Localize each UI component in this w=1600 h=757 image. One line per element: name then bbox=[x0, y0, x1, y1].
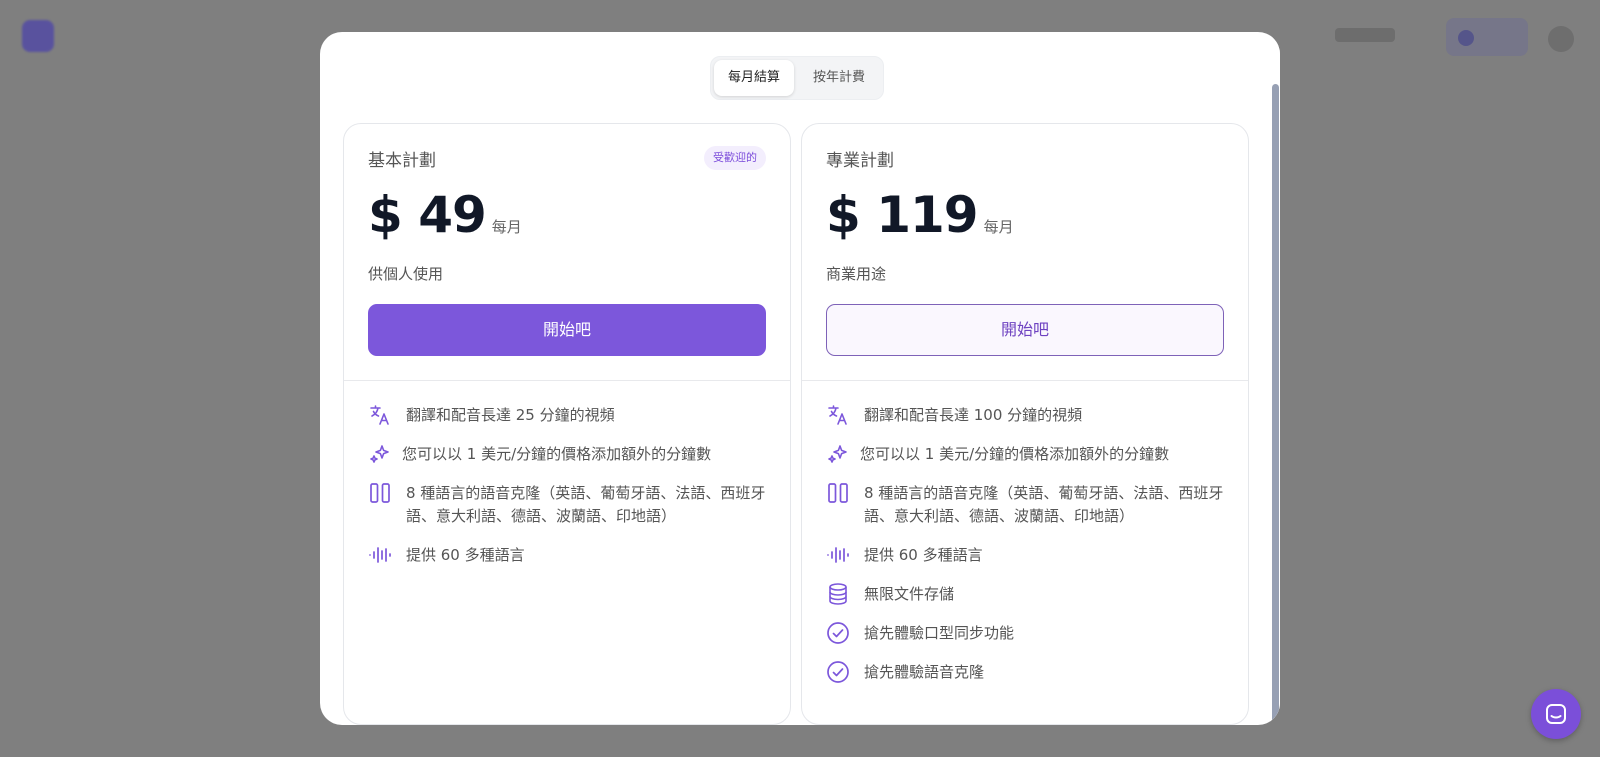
sparkles-icon bbox=[826, 442, 850, 466]
list-item: 8 種語言的語音克隆（英語、葡萄牙語、法語、西班牙語、意大利語、德語、波蘭語、印… bbox=[368, 482, 768, 528]
popular-badge: 受歡迎的 bbox=[704, 146, 766, 170]
feature-text: 翻譯和配音長達 100 分鐘的視頻 bbox=[864, 406, 1083, 424]
tab-yearly[interactable]: 按年計費 bbox=[797, 60, 881, 96]
feature-text: 8 種語言的語音克隆（英語、葡萄牙語、法語、西班牙語、意大利語、德語、波蘭語、印… bbox=[406, 484, 766, 525]
plan-card-basic: 基本計劃 受歡迎的 $ 49 每月 供個人使用 開始吧 翻譯和配音長達 25 分… bbox=[343, 123, 791, 725]
list-item: 搶先體驗語音克隆 bbox=[826, 661, 1226, 684]
list-item: 提供 60 多種語言 bbox=[826, 544, 1226, 567]
price-period: 每月 bbox=[491, 218, 522, 236]
get-started-button[interactable]: 開始吧 bbox=[368, 304, 766, 356]
price-amount: $ 119 bbox=[826, 186, 979, 244]
check-circle-icon bbox=[826, 621, 850, 645]
price-period: 每月 bbox=[983, 218, 1014, 236]
audio-wave-icon bbox=[826, 543, 850, 567]
feature-text: 您可以以 1 美元/分鐘的價格添加額外的分鐘數 bbox=[860, 445, 1170, 463]
modal-scrollbar[interactable] bbox=[1270, 32, 1280, 725]
card-divider bbox=[802, 380, 1248, 381]
app-logo bbox=[22, 20, 54, 52]
columns-icon bbox=[368, 481, 392, 505]
list-item: 無限文件存儲 bbox=[826, 583, 1226, 606]
feature-text: 8 種語言的語音克隆（英語、葡萄牙語、法語、西班牙語、意大利語、德語、波蘭語、印… bbox=[864, 484, 1224, 525]
feature-text: 提供 60 多種語言 bbox=[864, 546, 983, 564]
get-started-button[interactable]: 開始吧 bbox=[826, 304, 1224, 356]
plan-price: $ 49 每月 bbox=[368, 186, 522, 244]
list-item: 您可以以 1 美元/分鐘的價格添加額外的分鐘數 bbox=[368, 443, 768, 466]
tab-monthly[interactable]: 每月結算 bbox=[714, 60, 794, 96]
feature-list: 翻譯和配音長達 25 分鐘的視頻 您可以以 1 美元/分鐘的價格添加額外的分鐘數… bbox=[368, 404, 768, 583]
feature-text: 無限文件存儲 bbox=[864, 585, 955, 603]
list-item: 提供 60 多種語言 bbox=[368, 544, 768, 567]
card-divider bbox=[344, 380, 790, 381]
translate-icon bbox=[826, 403, 850, 427]
background-nav-link bbox=[1335, 28, 1395, 42]
translate-icon bbox=[368, 403, 392, 427]
check-circle-icon bbox=[826, 660, 850, 684]
feature-text: 您可以以 1 美元/分鐘的價格添加額外的分鐘數 bbox=[402, 445, 712, 463]
list-item: 您可以以 1 美元/分鐘的價格添加額外的分鐘數 bbox=[826, 443, 1226, 466]
plan-name: 專業計劃 bbox=[826, 151, 894, 171]
columns-icon bbox=[826, 481, 850, 505]
audio-wave-icon bbox=[368, 543, 392, 567]
plan-subtitle: 商業用途 bbox=[826, 265, 887, 283]
feature-text: 搶先體驗語音克隆 bbox=[864, 663, 985, 681]
plan-name: 基本計劃 bbox=[368, 151, 436, 171]
plan-subtitle: 供個人使用 bbox=[368, 265, 444, 283]
list-item: 翻譯和配音長達 100 分鐘的視頻 bbox=[826, 404, 1226, 427]
chat-icon bbox=[1546, 704, 1566, 724]
price-amount: $ 49 bbox=[368, 186, 487, 244]
background-avatar bbox=[1548, 26, 1574, 52]
feature-list: 翻譯和配音長達 100 分鐘的視頻 您可以以 1 美元/分鐘的價格添加額外的分鐘… bbox=[826, 404, 1226, 700]
database-icon bbox=[826, 582, 850, 606]
list-item: 搶先體驗口型同步功能 bbox=[826, 622, 1226, 645]
plan-card-pro: 專業計劃 $ 119 每月 商業用途 開始吧 翻譯和配音長達 100 分鐘的視頻… bbox=[801, 123, 1249, 725]
sparkles-icon bbox=[368, 442, 392, 466]
pricing-modal: 每月結算 按年計費 基本計劃 受歡迎的 $ 49 每月 供個人使用 開始吧 翻譯… bbox=[320, 32, 1280, 725]
list-item: 翻譯和配音長達 25 分鐘的視頻 bbox=[368, 404, 768, 427]
plan-price: $ 119 每月 bbox=[826, 186, 1014, 244]
billing-period-toggle: 每月結算 按年計費 bbox=[710, 56, 884, 100]
feature-text: 提供 60 多種語言 bbox=[406, 546, 525, 564]
feature-text: 翻譯和配音長達 25 分鐘的視頻 bbox=[406, 406, 615, 424]
list-item: 8 種語言的語音克隆（英語、葡萄牙語、法語、西班牙語、意大利語、德語、波蘭語、印… bbox=[826, 482, 1226, 528]
background-flag-icon bbox=[1458, 30, 1474, 46]
chat-launcher-button[interactable] bbox=[1531, 689, 1581, 739]
feature-text: 搶先體驗口型同步功能 bbox=[864, 624, 1015, 642]
modal-scrollbar-thumb[interactable] bbox=[1272, 84, 1279, 725]
